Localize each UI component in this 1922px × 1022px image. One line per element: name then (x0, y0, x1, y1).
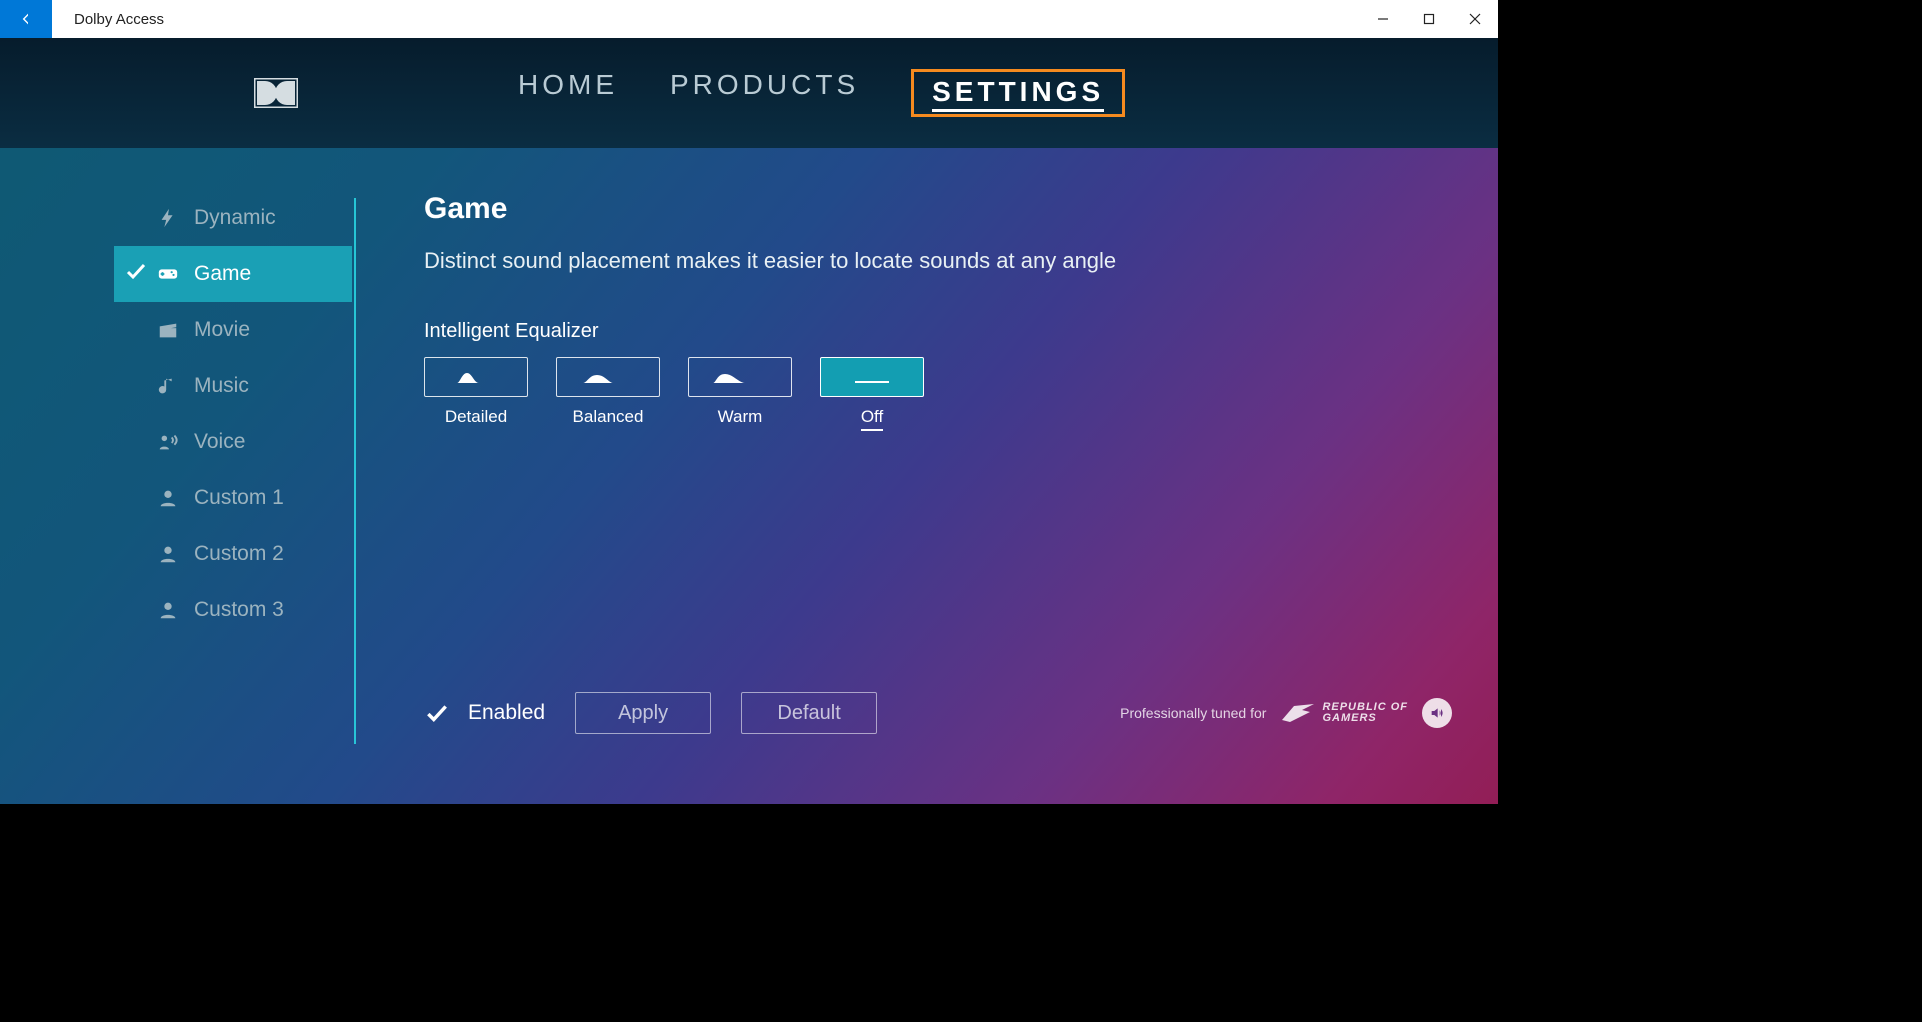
eq-option-detailed[interactable]: Detailed (424, 357, 528, 431)
clapperboard-icon (156, 318, 180, 342)
volume-button[interactable] (1422, 698, 1452, 728)
nav-settings-highlight: SETTINGS (911, 69, 1125, 117)
voice-icon (156, 430, 180, 454)
dolby-logo (254, 78, 298, 108)
window-titlebar: Dolby Access (0, 0, 1498, 38)
sidebar-item-label: Game (194, 262, 251, 286)
eq-option-label: Balanced (573, 407, 644, 427)
person-icon (156, 542, 180, 566)
eq-curve-balanced-icon (556, 357, 660, 397)
eq-curve-detailed-icon (424, 357, 528, 397)
profile-description: Distinct sound placement makes it easier… (424, 248, 1458, 274)
eq-option-label: Off (861, 407, 883, 431)
sidebar-item-label: Voice (194, 430, 245, 454)
top-nav: HOME PRODUCTS SETTINGS (0, 38, 1498, 148)
app-body: HOME PRODUCTS SETTINGS Dynamic Game (0, 38, 1498, 804)
tuned-label: Professionally tuned for (1120, 705, 1266, 721)
nav-settings[interactable]: SETTINGS (932, 76, 1104, 112)
maximize-button[interactable] (1406, 0, 1452, 38)
sidebar-item-music[interactable]: Music (114, 358, 352, 414)
content-panel: Game Distinct sound placement makes it e… (352, 190, 1498, 804)
sidebar-item-dynamic[interactable]: Dynamic (114, 190, 352, 246)
sidebar-item-label: Custom 2 (194, 542, 284, 566)
enabled-label: Enabled (468, 701, 545, 725)
sidebar-item-label: Music (194, 374, 249, 398)
sidebar-item-label: Movie (194, 318, 250, 342)
eq-option-warm[interactable]: Warm (688, 357, 792, 431)
partner-branding: Professionally tuned for REPUBLIC OF GAM… (1120, 698, 1452, 728)
eq-option-label: Detailed (445, 407, 507, 427)
eq-curve-warm-icon (688, 357, 792, 397)
eq-option-label: Warm (718, 407, 763, 427)
person-icon (156, 598, 180, 622)
default-button[interactable]: Default (741, 692, 877, 734)
sidebar-item-custom-3[interactable]: Custom 3 (114, 582, 352, 638)
sidebar-item-label: Custom 1 (194, 486, 284, 510)
profile-title: Game (424, 192, 1458, 226)
equalizer-options: Detailed Balanced Warm Off (424, 357, 1458, 431)
sidebar-item-voice[interactable]: Voice (114, 414, 352, 470)
bolt-icon (156, 206, 180, 230)
apply-button[interactable]: Apply (575, 692, 711, 734)
eq-option-balanced[interactable]: Balanced (556, 357, 660, 431)
close-button[interactable] (1452, 0, 1498, 38)
back-button[interactable] (0, 0, 52, 38)
eq-option-off[interactable]: Off (820, 357, 924, 431)
sidebar-item-label: Dynamic (194, 206, 276, 230)
rog-logo: REPUBLIC OF GAMERS (1280, 702, 1408, 724)
sidebar-item-game[interactable]: Game (114, 246, 352, 302)
eq-curve-off-icon (820, 357, 924, 397)
gamepad-icon (156, 262, 180, 286)
speaker-icon (1429, 705, 1445, 721)
profile-sidebar: Dynamic Game Movie Music Voice (0, 190, 352, 804)
sidebar-item-custom-1[interactable]: Custom 1 (114, 470, 352, 526)
person-icon (156, 486, 180, 510)
sidebar-item-custom-2[interactable]: Custom 2 (114, 526, 352, 582)
minimize-button[interactable] (1360, 0, 1406, 38)
check-icon (124, 259, 148, 289)
sidebar-item-label: Custom 3 (194, 598, 284, 622)
nav-home[interactable]: HOME (518, 69, 618, 117)
partner-line2: GAMERS (1322, 713, 1408, 724)
enabled-toggle[interactable]: Enabled (424, 700, 545, 726)
window-controls (1360, 0, 1498, 38)
equalizer-label: Intelligent Equalizer (424, 320, 1458, 343)
sidebar-item-movie[interactable]: Movie (114, 302, 352, 358)
window-title: Dolby Access (74, 11, 164, 28)
music-note-icon (156, 374, 180, 398)
check-icon (424, 700, 450, 726)
nav-products[interactable]: PRODUCTS (670, 69, 859, 117)
